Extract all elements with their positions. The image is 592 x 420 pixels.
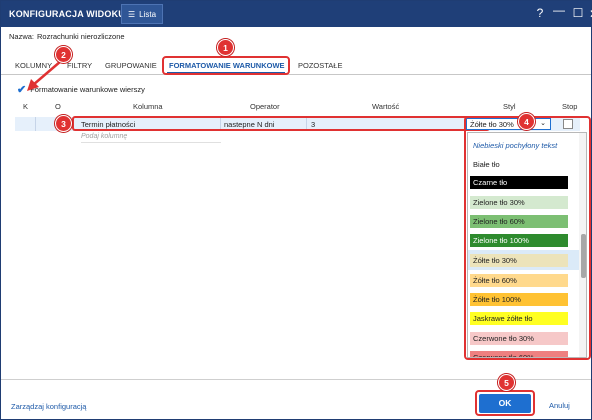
step-badge-4: 4: [518, 113, 535, 130]
config-dialog: KONFIGURACJA WIDOKU ☰ Lista ? — ☐ ✕ Nazw…: [0, 0, 592, 420]
annotation-arrow: [27, 60, 62, 91]
step-badge-3: 3: [55, 115, 72, 132]
arrow-line: [32, 60, 62, 86]
step-badge-1: 1: [217, 39, 234, 56]
step-badge-5: 5: [498, 374, 515, 391]
step-badge-2: 2: [55, 46, 72, 63]
